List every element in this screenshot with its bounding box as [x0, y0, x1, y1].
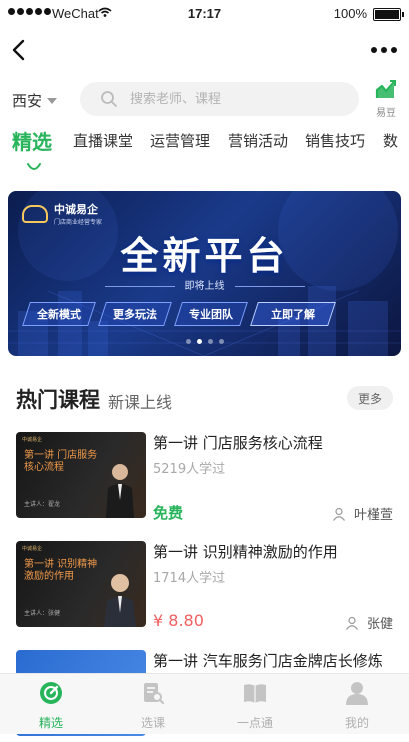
course-learners: 1714人学过	[153, 571, 226, 586]
back-arrow-icon[interactable]	[8, 38, 32, 62]
hot-courses-header: 热门课程 新课上线 更多	[16, 384, 393, 414]
more-courses-button[interactable]: 更多	[347, 386, 393, 410]
banner-logo: 中诚易企 门店商业经营专家	[22, 201, 102, 226]
thumb-title: 第一讲 门店服务核心流程	[24, 450, 98, 473]
carousel-dot[interactable]	[218, 339, 224, 344]
course-teacher: 张健	[345, 613, 393, 632]
carousel-dot[interactable]	[185, 339, 191, 344]
logo-mark-icon	[22, 204, 48, 223]
tab-operations[interactable]: 运营管理	[150, 130, 210, 151]
status-bar: WeChat 17:17 100%	[0, 0, 409, 28]
bottom-tab-featured[interactable]: 精选	[11, 680, 91, 731]
user-icon	[346, 616, 358, 630]
banner-pills: 全新模式 更多玩法 专业团队 立即了解	[22, 302, 336, 326]
course-price: ¥ 8.80	[153, 611, 204, 630]
banner-pill-label: 全新模式	[37, 308, 81, 321]
course-price: 免费	[153, 504, 184, 522]
tab-more-cut[interactable]: 数	[383, 130, 398, 151]
banner-headline: 全新平台	[120, 234, 289, 278]
banner-pill-label: 更多玩法	[113, 308, 157, 321]
battery-percent: 100%	[333, 6, 367, 21]
thumb-badge: 中诚易企	[22, 437, 43, 443]
user-icon	[333, 507, 345, 521]
nav-bar	[0, 28, 409, 72]
search-input[interactable]	[128, 90, 332, 108]
thumb-badge: 中诚易企	[22, 546, 43, 552]
banner-cta-label: 立即了解	[271, 308, 315, 321]
tab-marketing[interactable]: 营销活动	[228, 130, 288, 151]
carousel-dot-active[interactable]	[196, 339, 202, 344]
chart-growth-icon	[375, 80, 396, 98]
teacher-name: 张健	[366, 617, 393, 632]
book-icon	[244, 684, 266, 703]
section-title: 热门课程	[16, 388, 100, 412]
thumb-speaker: 主讲人：翟龙	[24, 501, 61, 508]
tab-live[interactable]: 直播课堂	[73, 130, 133, 151]
carousel-dots	[8, 339, 401, 344]
beans-button[interactable]: 易豆	[371, 78, 401, 119]
course-search-icon	[144, 683, 165, 705]
banner-pill: 更多玩法	[98, 302, 172, 326]
search-box[interactable]	[80, 82, 359, 116]
section-subtitle: 新课上线	[108, 393, 173, 412]
more-options-button[interactable]	[371, 40, 399, 60]
banner-subline: 即将上线	[8, 277, 401, 292]
bottom-tab-label: 精选	[38, 716, 63, 730]
thumb-speaker: 主讲人：张健	[24, 610, 61, 617]
bottom-tab-handbook[interactable]: 一点通	[215, 680, 295, 731]
course-item[interactable]: 中诚易企 第一讲 识别精神激励的作用 主讲人：张健 第一讲 识别精神激励的作用 …	[16, 541, 393, 633]
bottom-tab-label: 一点通	[236, 716, 273, 730]
chevron-down-icon	[47, 97, 58, 104]
bottom-tab-label: 我的	[344, 716, 369, 730]
course-item[interactable]: 中诚易企 第一讲 门店服务核心流程 主讲人：翟龙 第一讲 门店服务核心流程 52…	[16, 432, 393, 524]
search-row: 西安 易豆	[0, 80, 409, 120]
tab-featured[interactable]: 精选	[12, 126, 52, 155]
teacher-name: 叶槿萱	[353, 508, 393, 523]
logo-text: 中诚易企	[54, 203, 98, 216]
course-title: 第一讲 识别精神激励的作用	[153, 543, 338, 561]
user-icon	[346, 682, 368, 705]
bottom-tab-courses[interactable]: 选课	[113, 680, 193, 731]
course-title: 第一讲 汽车服务门店金牌店长修炼	[153, 652, 383, 670]
city-selector[interactable]: 西安	[12, 90, 58, 111]
city-label: 西安	[12, 92, 43, 110]
presenter-photo	[104, 574, 136, 627]
banner-subline-text: 即将上线	[184, 281, 225, 292]
banner-pill: 全新模式	[22, 302, 96, 326]
bottom-tab-bar: 精选 选课 一点通 我的	[0, 673, 409, 734]
tab-indicator-icon	[27, 163, 41, 170]
compass-icon	[40, 682, 62, 704]
battery-icon	[373, 8, 404, 21]
course-learners: 5219人学过	[153, 462, 226, 477]
tab-sales[interactable]: 销售技巧	[305, 130, 365, 151]
banner-cta-button[interactable]: 立即了解	[250, 302, 336, 326]
course-teacher: 叶槿萱	[332, 504, 393, 523]
banner-pill: 专业团队	[174, 302, 248, 326]
course-thumbnail: 中诚易企 第一讲 门店服务核心流程 主讲人：翟龙	[16, 432, 146, 518]
presenter-photo	[106, 464, 134, 518]
course-thumbnail: 中诚易企 第一讲 识别精神激励的作用 主讲人：张健	[16, 541, 146, 627]
bottom-tab-label: 选课	[140, 716, 165, 730]
promo-banner[interactable]: 中诚易企 门店商业经营专家 全新平台 即将上线 全新模式 更多玩法 专业团队 立…	[8, 191, 401, 356]
course-title: 第一讲 门店服务核心流程	[153, 434, 323, 452]
search-icon	[101, 91, 117, 107]
category-tabs: 精选 直播课堂 运营管理 营销活动 销售技巧 数	[0, 124, 409, 160]
carousel-dot[interactable]	[207, 339, 213, 344]
bottom-tab-me[interactable]: 我的	[317, 680, 397, 731]
beans-label: 易豆	[376, 108, 396, 119]
banner-pill-label: 专业团队	[189, 308, 233, 321]
thumb-title: 第一讲 识别精神激励的作用	[24, 559, 98, 582]
